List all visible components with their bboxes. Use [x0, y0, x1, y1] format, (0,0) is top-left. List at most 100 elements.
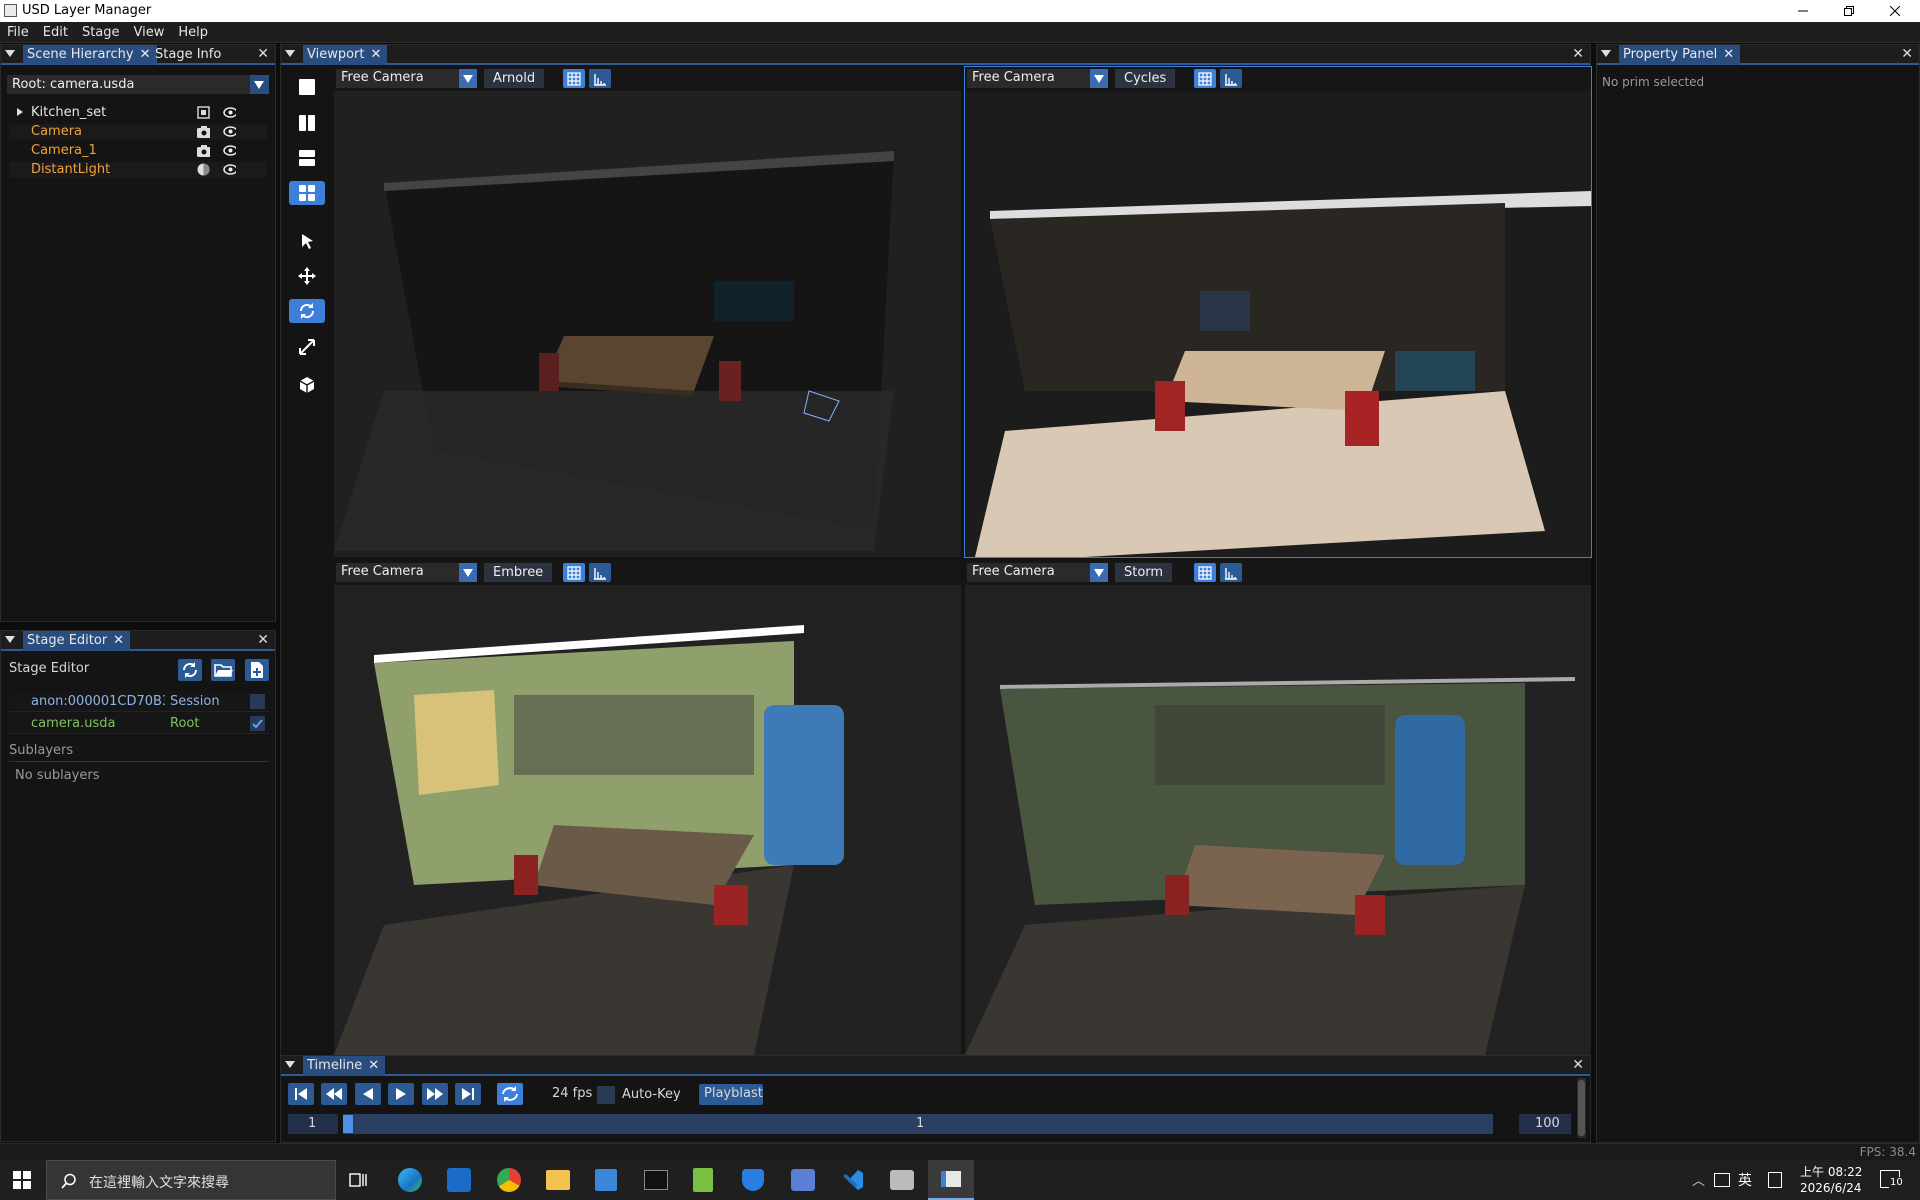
- timeline-scrollbar[interactable]: [1577, 1078, 1586, 1138]
- layout-quad-button[interactable]: [289, 181, 325, 205]
- panel-menu-icon[interactable]: [5, 636, 15, 643]
- grid-toggle-button[interactable]: [1194, 563, 1216, 582]
- tree-row-distant-light[interactable]: DistantLight: [9, 162, 267, 178]
- layout-single-button[interactable]: [289, 75, 325, 99]
- menu-edit[interactable]: Edit: [36, 22, 75, 40]
- outlook-icon[interactable]: [447, 1168, 471, 1192]
- close-panel-icon[interactable]: ✕: [1572, 46, 1584, 62]
- start-button[interactable]: [0, 1160, 44, 1200]
- render-view[interactable]: [965, 585, 1591, 1055]
- taskbar-search-box[interactable]: 在這裡輸入文字來搜尋: [46, 1160, 336, 1200]
- select-tool-button[interactable]: [289, 229, 325, 253]
- play-reverse-button[interactable]: [355, 1083, 381, 1105]
- menu-view[interactable]: View: [127, 22, 172, 40]
- chrome-icon[interactable]: [497, 1168, 521, 1192]
- auto-key-checkbox[interactable]: [597, 1086, 615, 1104]
- scale-tool-button[interactable]: [289, 335, 325, 359]
- frame-slider-handle[interactable]: [343, 1115, 353, 1133]
- render-view[interactable]: [334, 91, 961, 557]
- tab-stage-info[interactable]: Stage Info: [151, 45, 227, 65]
- tab-timeline[interactable]: Timeline ✕: [303, 1056, 386, 1076]
- close-tab-icon[interactable]: ✕: [368, 1058, 379, 1073]
- close-tab-icon[interactable]: ✕: [140, 47, 151, 62]
- camera-select[interactable]: Free Camera: [336, 69, 477, 88]
- tab-stage-editor[interactable]: Stage Editor ✕: [23, 631, 131, 651]
- step-forward-button[interactable]: [422, 1083, 448, 1105]
- open-layer-button[interactable]: [211, 659, 235, 681]
- viewport-embree[interactable]: Free Camera Embree: [334, 561, 961, 1055]
- rotate-tool-button[interactable]: [289, 299, 325, 323]
- layer-active-checkbox[interactable]: [250, 716, 265, 731]
- tree-row-camera-1[interactable]: Camera_1: [9, 143, 267, 159]
- menu-help[interactable]: Help: [171, 22, 215, 40]
- play-button[interactable]: [388, 1083, 414, 1105]
- network-icon[interactable]: [1714, 1173, 1730, 1187]
- visibility-eye-icon[interactable]: [223, 145, 236, 158]
- tree-row-kitchen-set[interactable]: Kitchen_set: [9, 105, 267, 121]
- stats-toggle-button[interactable]: [589, 69, 611, 88]
- camera-select[interactable]: Free Camera: [967, 563, 1108, 582]
- close-tab-icon[interactable]: ✕: [113, 633, 124, 648]
- layout-split-vertical-button[interactable]: [289, 111, 325, 135]
- close-icon[interactable]: [1872, 0, 1918, 22]
- grid-toggle-button[interactable]: [1194, 69, 1216, 88]
- visibility-eye-icon[interactable]: [223, 107, 236, 120]
- viewport-storm[interactable]: Free Camera Storm: [965, 561, 1591, 1055]
- close-panel-icon[interactable]: ✕: [257, 46, 269, 62]
- camera-select[interactable]: Free Camera: [336, 563, 477, 582]
- defender-icon[interactable]: [742, 1169, 764, 1191]
- layer-row-root[interactable]: camera.usda Root: [9, 713, 269, 734]
- root-layer-combo[interactable]: Root: camera.usda: [7, 75, 269, 94]
- move-tool-button[interactable]: [289, 264, 325, 288]
- render-view[interactable]: [334, 585, 961, 1055]
- step-back-button[interactable]: [321, 1083, 347, 1105]
- renderer-button[interactable]: Arnold: [484, 69, 545, 88]
- grid-toggle-button[interactable]: [563, 69, 585, 88]
- close-tab-icon[interactable]: ✕: [1723, 47, 1734, 62]
- vscode-icon[interactable]: [841, 1168, 865, 1192]
- end-frame-field[interactable]: 100: [1519, 1114, 1571, 1134]
- task-view-icon[interactable]: [348, 1170, 368, 1190]
- ime-indicator[interactable]: 英: [1738, 1170, 1752, 1190]
- close-panel-icon[interactable]: ✕: [1901, 46, 1913, 62]
- viewport-arnold[interactable]: Free Camera Arnold: [334, 67, 961, 557]
- new-layer-button[interactable]: [245, 659, 269, 681]
- panel-menu-icon[interactable]: [285, 1061, 295, 1068]
- grid-toggle-button[interactable]: [563, 563, 585, 582]
- tray-chevron-icon[interactable]: ︿: [1692, 1170, 1705, 1189]
- terminal-icon[interactable]: [644, 1170, 668, 1190]
- close-panel-icon[interactable]: ✕: [257, 632, 269, 648]
- tab-scene-hierarchy[interactable]: Scene Hierarchy ✕: [23, 45, 157, 65]
- notification-center-icon[interactable]: 10: [1880, 1170, 1904, 1188]
- tab-property-panel[interactable]: Property Panel ✕: [1619, 45, 1741, 65]
- tab-viewport[interactable]: Viewport ✕: [303, 45, 388, 65]
- frame-slider[interactable]: 1: [343, 1114, 1493, 1134]
- last-frame-button[interactable]: [455, 1083, 481, 1105]
- visibility-eye-icon[interactable]: [223, 164, 236, 177]
- stats-toggle-button[interactable]: [1220, 563, 1242, 582]
- stats-toggle-button[interactable]: [589, 563, 611, 582]
- minimize-icon[interactable]: [1780, 0, 1826, 22]
- close-tab-icon[interactable]: ✕: [371, 47, 382, 62]
- input-method-icon[interactable]: [1768, 1172, 1782, 1188]
- renderer-button[interactable]: Cycles: [1115, 69, 1176, 88]
- loop-toggle-button[interactable]: [497, 1083, 523, 1105]
- menu-file[interactable]: File: [0, 22, 36, 40]
- refresh-button[interactable]: [178, 659, 202, 681]
- layer-active-checkbox[interactable]: [250, 694, 265, 709]
- renderer-button[interactable]: Storm: [1115, 563, 1173, 582]
- menu-stage[interactable]: Stage: [75, 22, 127, 40]
- render-view[interactable]: [965, 91, 1591, 557]
- expand-icon[interactable]: [17, 108, 23, 116]
- restore-icon[interactable]: [1826, 0, 1872, 22]
- viewport-cycles[interactable]: Free Camera Cycles: [964, 66, 1592, 558]
- edge-browser-icon[interactable]: [398, 1168, 422, 1192]
- clock-time[interactable]: 上午 08:22: [1800, 1163, 1862, 1180]
- visibility-eye-icon[interactable]: [223, 126, 236, 139]
- remote-desktop-icon[interactable]: [791, 1169, 815, 1191]
- layout-split-horizontal-button[interactable]: [289, 146, 325, 170]
- taskbar-active-app[interactable]: [928, 1160, 974, 1200]
- notepad-icon[interactable]: [693, 1168, 713, 1192]
- camera-select[interactable]: Free Camera: [967, 69, 1108, 88]
- playblast-button[interactable]: Playblast: [699, 1084, 763, 1105]
